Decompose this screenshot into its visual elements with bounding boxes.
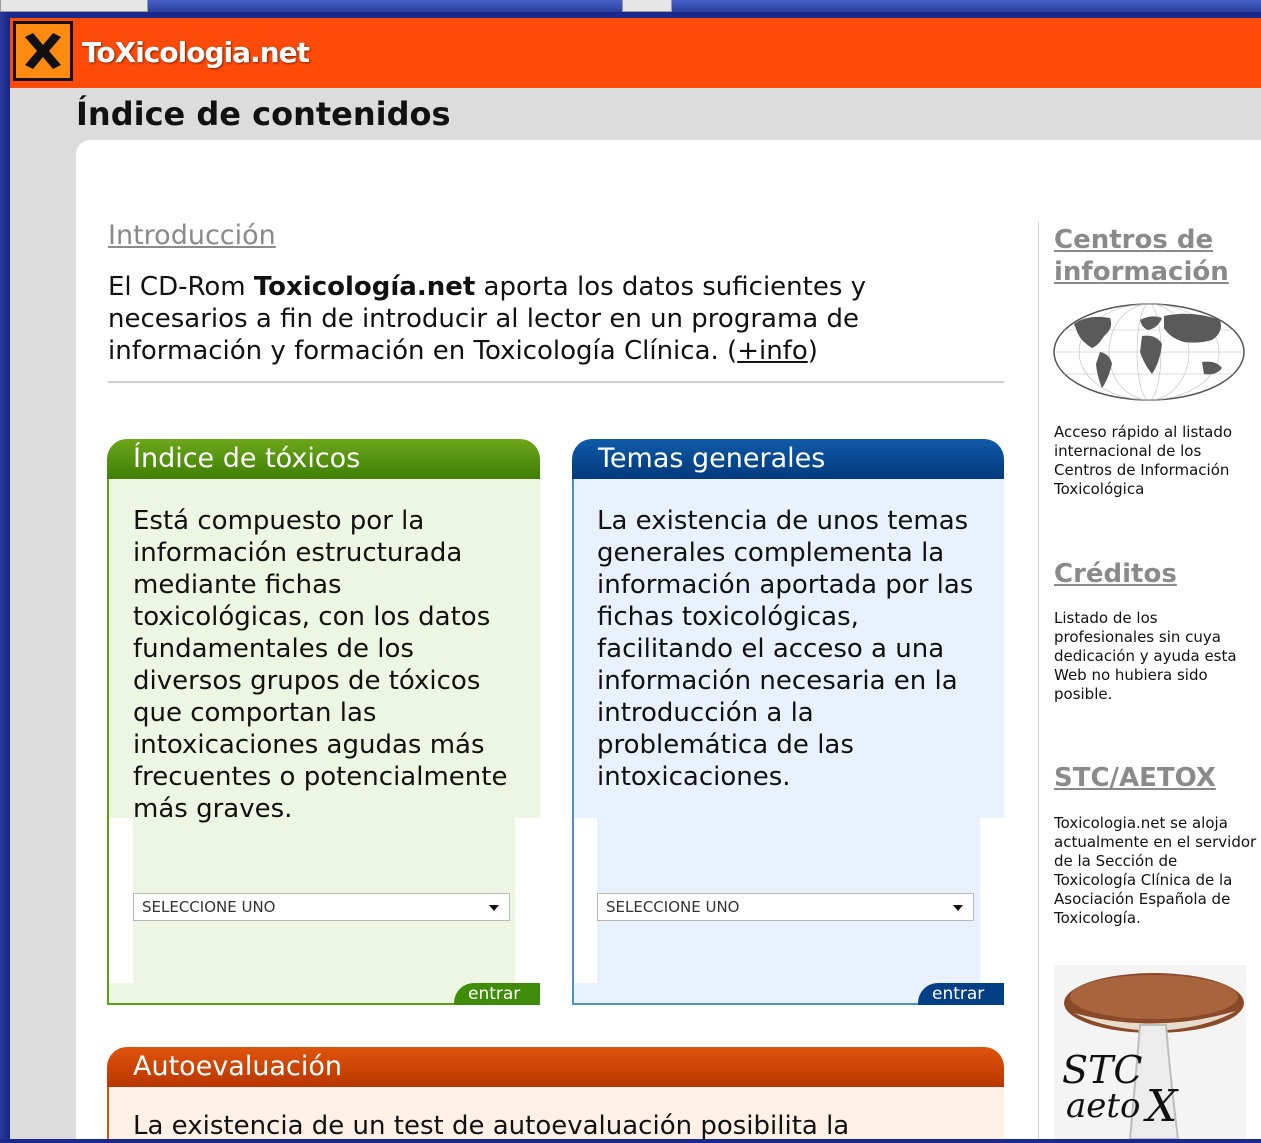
panel-gap	[109, 818, 133, 983]
stc-aetox-logo[interactable]: STC aeto X	[1054, 965, 1246, 1140]
stc-aetox-link[interactable]: STC/AETOX	[1054, 762, 1216, 794]
general-topics-panel-title: Temas generales	[572, 439, 1004, 479]
panel-gap	[980, 818, 1004, 983]
window-tab[interactable]	[0, 0, 148, 12]
credits-description: Listado de los profesionales sin cuya de…	[1054, 609, 1237, 703]
toxics-panel-text: Está compuesto por la información estruc…	[133, 506, 508, 824]
self-assessment-panel-text: La existencia de un test de autoevaluaci…	[133, 1111, 850, 1141]
toxics-select[interactable]: SELECCIONE UNO	[133, 893, 510, 921]
intro-bold-name: Toxicología.net	[253, 272, 476, 302]
panel-gap	[574, 818, 597, 983]
panel-gap	[515, 818, 572, 983]
stc-aetox-description: Toxicologia.net se aloja actualmente en …	[1054, 814, 1257, 927]
hazard-x-icon[interactable]	[13, 21, 73, 81]
general-topics-select[interactable]: SELECCIONE UNO	[597, 893, 974, 921]
sidebar-divider	[1038, 222, 1039, 1139]
more-info-link[interactable]: +info	[737, 336, 808, 366]
window-tab[interactable]	[622, 0, 672, 12]
intro-link[interactable]: Introducción	[108, 220, 276, 251]
info-centers-link[interactable]: Centros de información	[1054, 224, 1254, 288]
svg-text:aeto: aeto	[1066, 1086, 1141, 1126]
divider	[108, 381, 1004, 383]
general-topics-enter-button[interactable]: entrar	[918, 983, 1004, 1005]
svg-text:X: X	[1143, 1081, 1179, 1132]
world-map-icon[interactable]	[1052, 302, 1246, 402]
credits-link[interactable]: Créditos	[1054, 558, 1177, 590]
site-logo[interactable]: ToXicologia.net	[82, 36, 310, 69]
chevron-down-icon	[953, 905, 963, 911]
window-left-border	[0, 12, 10, 1139]
page-title: Índice de contenidos	[76, 95, 451, 133]
toxics-enter-button[interactable]: entrar	[454, 983, 540, 1005]
info-centers-description: Acceso rápido al listado internacional d…	[1054, 423, 1233, 498]
chevron-down-icon	[489, 905, 499, 911]
general-topics-panel-text: La existencia de unos temas generales co…	[597, 506, 974, 792]
self-assessment-panel-title: Autoevaluación	[107, 1047, 1004, 1087]
toxics-panel-title: Índice de tóxicos	[107, 439, 540, 479]
intro-paragraph: El CD-Rom Toxicología.net aporta los dat…	[108, 272, 867, 366]
